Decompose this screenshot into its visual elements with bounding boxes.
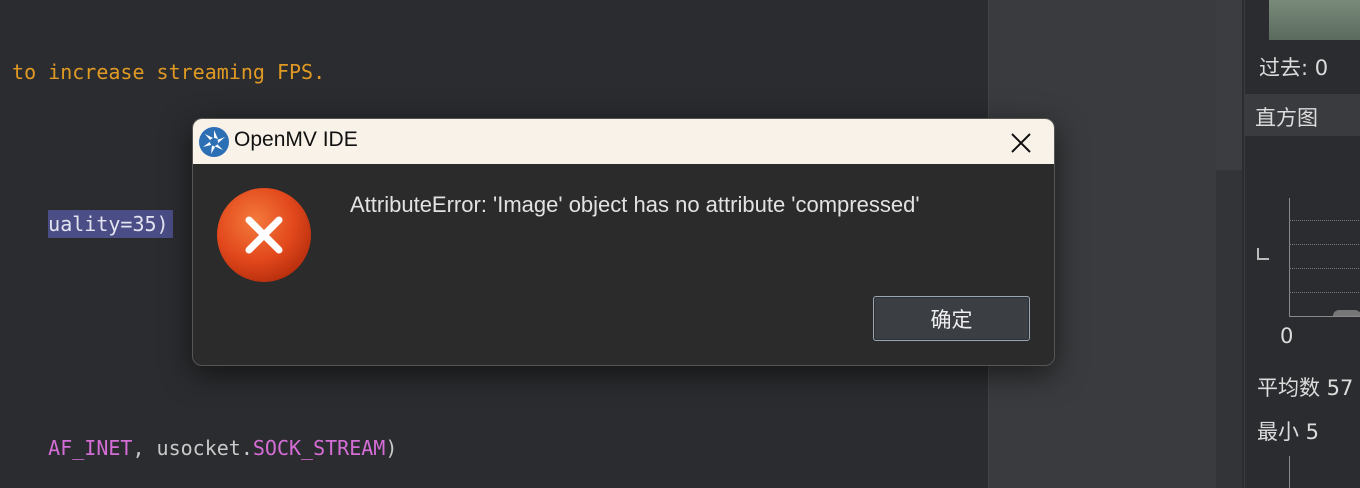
histogram-chart — [1289, 198, 1360, 316]
editor-scrollbar-lower — [1216, 170, 1242, 488]
error-dialog: OpenMV IDE AttributeError: 'Image' objec… — [192, 118, 1055, 366]
selected-text: uality=35) — [48, 210, 173, 238]
code-token-usocket: , usocket. — [132, 436, 253, 460]
error-icon — [215, 186, 313, 284]
histogram-baseline — [1289, 316, 1360, 317]
ok-button[interactable]: 确定 — [873, 296, 1030, 341]
past-label: 过去: 0 — [1259, 56, 1329, 80]
histogram-gridline — [1289, 244, 1360, 245]
code-line-socket: AF_INET, usocket.SOCK_STREAM) — [0, 412, 397, 484]
histogram-gridline — [1289, 292, 1360, 293]
close-button[interactable] — [1003, 125, 1039, 161]
openmv-app-icon — [198, 126, 230, 158]
histogram-gridline — [1289, 220, 1360, 221]
code-token-af-inet: AF_INET — [48, 436, 133, 460]
histogram-axis-zero: 0 — [1280, 324, 1294, 348]
dialog-title: OpenMV IDE — [234, 128, 358, 151]
dialog-titlebar[interactable]: OpenMV IDE — [193, 119, 1054, 164]
mean-label: 平均数 57 — [1257, 376, 1354, 400]
frame-buffer-panel: 过去: 0 直方图 0 平均数 57 最小 5 — [1244, 0, 1360, 488]
code-token-paren: ) — [385, 436, 398, 460]
code-line-comment: to increase streaming FPS. — [0, 60, 326, 84]
close-icon — [1011, 133, 1031, 153]
histogram-bars — [1333, 310, 1360, 316]
histogram-channel-icon — [1257, 248, 1269, 260]
histogram-chart-2 — [1289, 456, 1360, 488]
code-line-selected: uality=35) — [0, 188, 173, 260]
frame-buffer-preview — [1269, 0, 1360, 40]
min-label: 最小 5 — [1257, 420, 1320, 444]
error-message: AttributeError: 'Image' object has no at… — [350, 192, 920, 217]
histogram-gridline — [1289, 268, 1360, 269]
editor-scrollbar-thumb[interactable] — [1216, 0, 1242, 170]
histogram-header: 直方图 — [1245, 94, 1360, 136]
code-token-sock-stream: SOCK_STREAM — [252, 436, 386, 460]
histogram-label: 直方图 — [1255, 106, 1318, 130]
